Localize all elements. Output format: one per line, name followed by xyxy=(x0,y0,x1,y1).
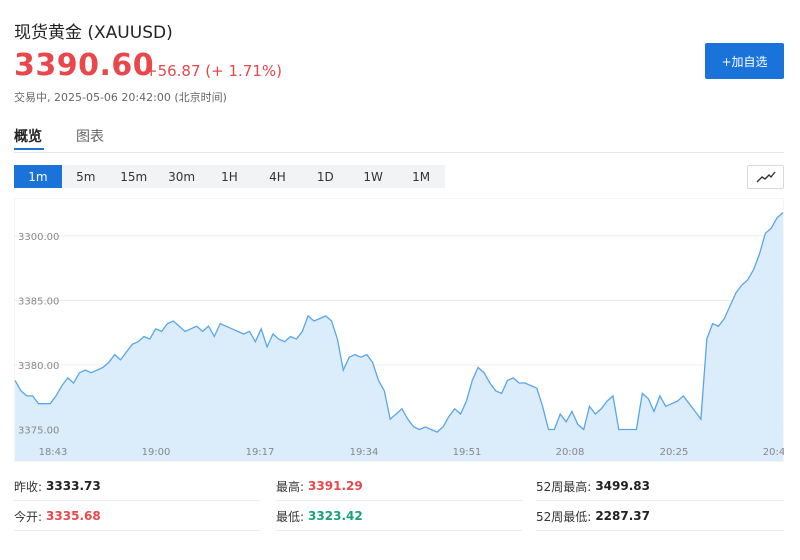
stat-value: 3323.42 xyxy=(308,509,363,523)
x-tick-label: 19:51 xyxy=(453,447,482,458)
interval-1h[interactable]: 1H xyxy=(206,165,254,188)
active-tab-indicator xyxy=(14,148,44,150)
interval-selector: 1m 5m 15m 30m 1H 4H 1D 1W 1M xyxy=(14,165,446,188)
stat-value: 3335.68 xyxy=(46,509,101,523)
stat-52w-low: 52周最低: 2287.37 xyxy=(536,502,650,530)
stat-52w-high: 52周最高: 3499.83 xyxy=(536,472,650,500)
instrument-title: 现货黄金 (XAUUSD) xyxy=(14,23,173,43)
stat-label: 今开: xyxy=(14,509,43,524)
stat-divider xyxy=(276,500,522,501)
stat-prev-close: 昨收: 3333.73 xyxy=(14,472,101,500)
x-tick-label: 19:00 xyxy=(142,447,171,458)
line-chart-icon xyxy=(756,171,776,183)
trading-status: 交易中, 2025-05-06 20:42:00 (北京时间) xyxy=(14,91,227,104)
interval-1mo[interactable]: 1M xyxy=(397,165,445,188)
stat-label: 52周最高: xyxy=(536,479,592,494)
stat-divider xyxy=(14,530,260,531)
price-change: +56.87 (+ 1.71%) xyxy=(145,62,282,80)
stat-high: 最高: 3391.29 xyxy=(276,472,363,500)
stat-open: 今开: 3335.68 xyxy=(14,502,101,530)
stat-value: 3333.73 xyxy=(46,479,101,493)
x-tick-label: 19:17 xyxy=(246,447,275,458)
x-tick-label: 20:25 xyxy=(660,447,689,458)
stat-low: 最低: 3323.42 xyxy=(276,502,363,530)
stat-label: 最高: xyxy=(276,479,305,494)
tab-overview[interactable]: 概览 xyxy=(14,126,42,146)
y-tick-label: 3380.00 xyxy=(18,361,59,372)
x-tick-label: 18:43 xyxy=(39,447,68,458)
add-to-watchlist-button[interactable]: +加自选 xyxy=(705,43,784,79)
interval-5m[interactable]: 5m xyxy=(62,165,110,188)
current-price: 3390.60 xyxy=(14,48,155,83)
tab-divider xyxy=(14,152,784,153)
stat-value: 3391.29 xyxy=(308,479,363,493)
y-tick-label: 3375.00 xyxy=(18,426,59,437)
y-tick-label: 3385.00 xyxy=(18,296,59,307)
view-tabs: 概览 图表 xyxy=(14,126,104,146)
stat-label: 昨收: xyxy=(14,479,43,494)
interval-1w[interactable]: 1W xyxy=(349,165,397,188)
interval-1m[interactable]: 1m xyxy=(14,165,62,188)
stat-divider xyxy=(536,530,784,531)
interval-30m[interactable]: 30m xyxy=(158,165,206,188)
stat-label: 52周最低: xyxy=(536,509,592,524)
stat-divider xyxy=(276,530,522,531)
x-tick-label: 20:08 xyxy=(556,447,585,458)
stat-divider xyxy=(14,500,260,501)
interval-1d[interactable]: 1D xyxy=(301,165,349,188)
tab-chart[interactable]: 图表 xyxy=(76,126,104,146)
x-tick-label: 19:34 xyxy=(350,447,379,458)
stat-value: 2287.37 xyxy=(595,509,650,523)
chart-type-toggle[interactable] xyxy=(747,165,784,189)
y-tick-label: 3300.00 xyxy=(18,232,59,243)
stat-label: 最低: xyxy=(276,509,305,524)
interval-15m[interactable]: 15m xyxy=(110,165,158,188)
price-chart[interactable]: 3375.00 3380.00 3385.00 3300.00 18:43 19:00 1… xyxy=(14,198,784,462)
stat-divider xyxy=(536,500,784,501)
price-area-fill xyxy=(15,212,783,461)
interval-4h[interactable]: 4H xyxy=(253,165,301,188)
stat-value: 3499.83 xyxy=(595,479,650,493)
x-tick-label: 20:4 xyxy=(763,447,784,458)
